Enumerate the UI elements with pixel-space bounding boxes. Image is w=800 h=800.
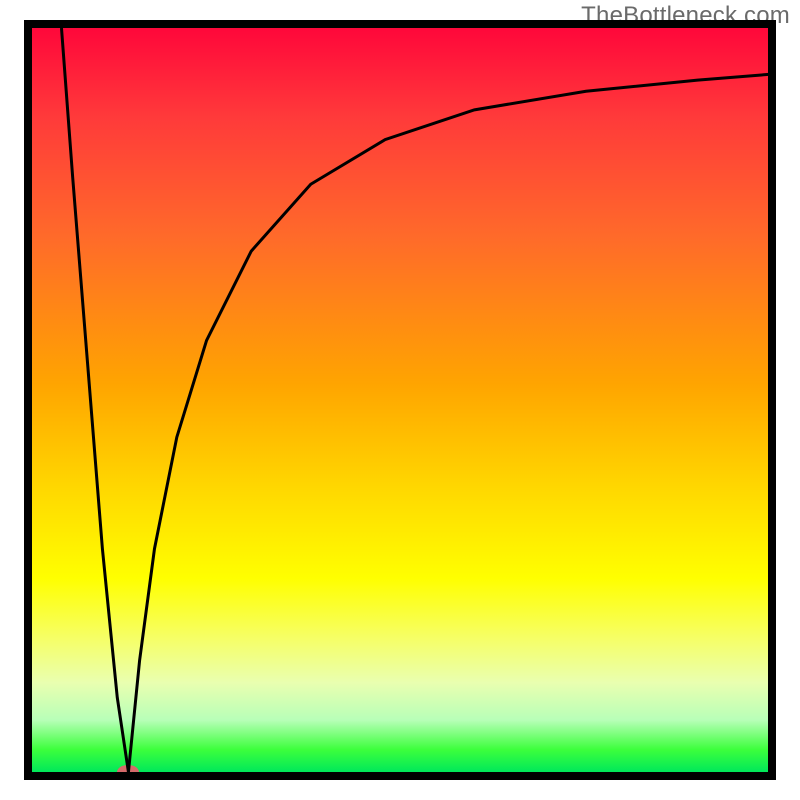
frame-border-bottom xyxy=(24,772,776,780)
plot-area xyxy=(28,28,772,772)
frame-border-left xyxy=(24,20,32,780)
frame-border-right xyxy=(768,20,776,780)
frame-border-top xyxy=(24,20,776,28)
chart-frame: TheBottleneck.com xyxy=(0,0,800,800)
curve-right-branch xyxy=(128,74,772,772)
curve-left-branch xyxy=(61,28,128,772)
bottleneck-curve xyxy=(28,28,772,772)
